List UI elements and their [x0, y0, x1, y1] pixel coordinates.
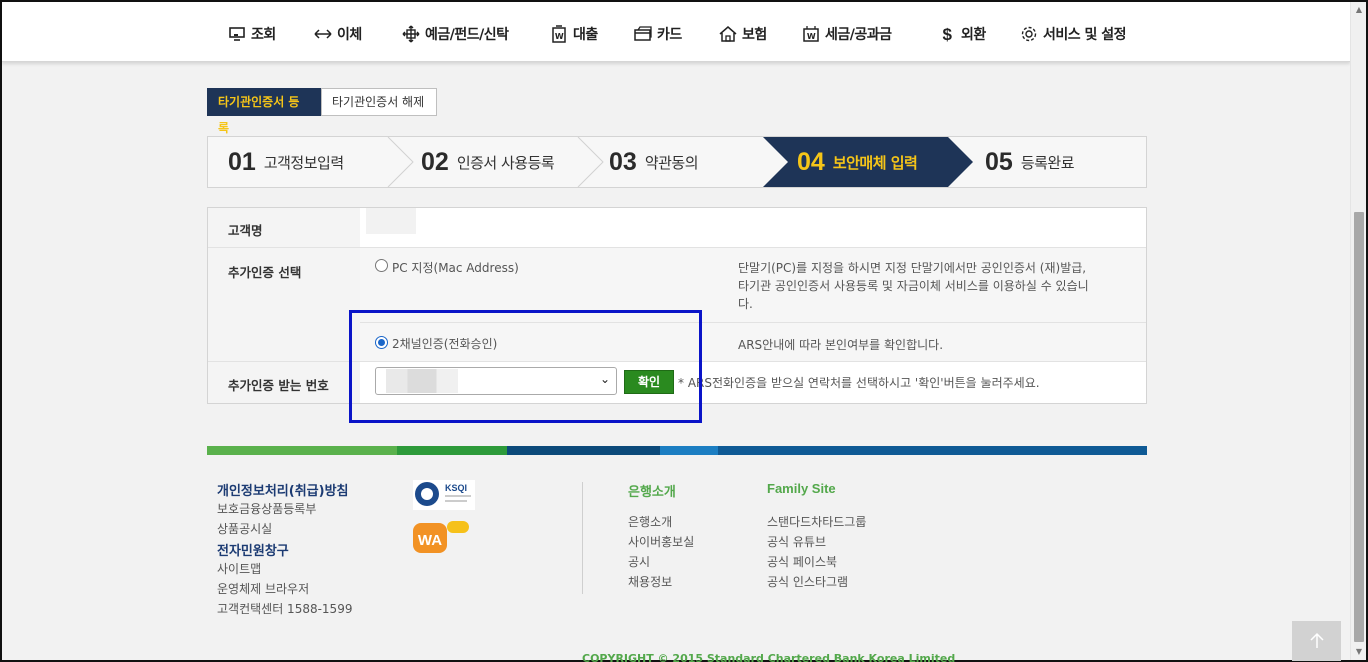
instagram-link[interactable]: 공식 인스타그램 — [767, 573, 848, 590]
pc-desc-3: 다. — [738, 297, 753, 311]
protected-products-link[interactable]: 보호금융상품등록부 — [217, 500, 316, 517]
nav-insurance[interactable]: 보험 — [719, 22, 767, 46]
label-customer-name: 고객명 — [228, 223, 263, 238]
step-label: 고객정보입력 — [263, 153, 344, 172]
svg-text:$: $ — [943, 25, 953, 43]
nav-label: 예금/펀드/신탁 — [425, 27, 509, 43]
step-number: 05 — [985, 147, 1013, 176]
highlight-box — [349, 310, 702, 423]
call-center: 고객컨택센터 1588-1599 — [217, 602, 353, 616]
th-auth-select: 추가인증 선택 — [208, 248, 360, 361]
pc-option-radio[interactable] — [375, 259, 388, 272]
two-channel-desc: ARS안내에 따라 본인여부를 확인합니다. — [738, 338, 944, 352]
sc-group-link[interactable]: 스탠다드차타드그룹 — [767, 513, 866, 530]
sitemap-link[interactable]: 사이트맵 — [217, 560, 261, 577]
nav-loan[interactable]: W 대출 — [550, 22, 598, 46]
pc-desc-1: 단말기(PC)를 지정을 하시면 지정 단말기에서만 공인인증서 (재)발급, — [738, 261, 1087, 275]
step-label: 약관동의 — [644, 153, 699, 172]
bank-intro-heading: 은행소개 — [628, 485, 676, 500]
svg-text:W: W — [555, 32, 564, 41]
step-number: 04 — [797, 147, 825, 176]
label-phone: 추가인증 받는 번호 — [228, 378, 329, 393]
cyber-pr-link[interactable]: 사이버홍보실 — [628, 533, 694, 550]
step-3: 03 약관동의 — [609, 137, 699, 187]
wa-badge: WA — [413, 521, 469, 553]
privacy-link[interactable]: 개인정보처리(취급)방침 — [217, 480, 348, 499]
move-icon — [402, 25, 420, 43]
nav-transfer[interactable]: 이체 — [314, 22, 362, 46]
monitor-icon — [229, 27, 245, 41]
complaints-link[interactable]: 전자민원창구 — [217, 540, 289, 559]
nav-settings[interactable]: 서비스 및 설정 — [1020, 22, 1127, 46]
copyright: COPYRIGHT © 2015 Standard Chartered Bank… — [582, 652, 956, 662]
svg-text:W: W — [807, 32, 816, 41]
step-label: 인증서 사용등록 — [456, 153, 555, 172]
footer-divider — [582, 482, 583, 594]
step-indicator: 01 고객정보입력 02 인증서 사용등록 03 약관동의 04 보안매체 입력… — [207, 136, 1147, 188]
nav-label: 대출 — [573, 27, 598, 43]
scroll-up-icon[interactable]: ▲ — [1351, 2, 1367, 18]
arrow-up-icon — [1309, 632, 1324, 648]
step-1: 01 고객정보입력 — [228, 137, 344, 187]
bank-intro-link[interactable]: 은행소개 — [628, 513, 672, 530]
footer-bar — [718, 446, 1147, 455]
step-5: 05 등록완료 — [985, 137, 1075, 187]
house-icon — [719, 26, 737, 42]
nav-inquiry[interactable]: 조회 — [228, 22, 276, 46]
family-site-heading: Family Site — [767, 481, 836, 496]
th-customer-name: 고객명 — [208, 208, 360, 247]
step-label: 보안매체 입력 — [832, 153, 918, 172]
pc-option-label: PC 지정(Mac Address) — [392, 261, 519, 275]
step-number: 03 — [609, 147, 637, 176]
phone-note: * ARS전화인증을 받으실 연락처를 선택하시고 '확인'버튼을 눌러주세요. — [678, 376, 1040, 390]
step-number: 01 — [228, 147, 256, 176]
nav-fx[interactable]: $ 외환 — [938, 22, 987, 46]
footer-bar — [207, 446, 397, 455]
nav-tax[interactable]: W 세금/공과금 — [802, 22, 892, 46]
gear-icon — [1021, 26, 1037, 42]
nav-label: 이체 — [337, 27, 362, 43]
step-label: 등록완료 — [1020, 153, 1075, 172]
os-browser-link[interactable]: 운영체제 브라우저 — [217, 580, 309, 597]
step-4-current: 04 보안매체 입력 — [797, 137, 918, 187]
pc-desc-2: 타기관 공인인증서 사용등록 및 자금이체 서비스를 이용하실 수 있습니 — [738, 279, 1089, 293]
footer-bar — [507, 446, 660, 455]
nav-label: 외환 — [961, 27, 986, 43]
scroll-top-button[interactable] — [1292, 621, 1341, 661]
scroll-thumb[interactable] — [1354, 212, 1364, 642]
nav-label: 조회 — [251, 27, 276, 43]
facebook-link[interactable]: 공식 페이스북 — [767, 553, 837, 570]
ksqi-logo: KSQI — [413, 480, 475, 510]
product-notice-link[interactable]: 상품공시실 — [217, 520, 272, 537]
nav-label: 세금/공과금 — [825, 27, 892, 43]
tab-release[interactable]: 타기관인증서 해제 — [321, 88, 437, 116]
top-nav: 조회 이체 예금/펀드/신탁 W 대출 카드 보험 W 세금/공과금 $ 외환 … — [2, 2, 1350, 62]
wa-text: WA — [418, 532, 442, 549]
arrows-icon — [314, 29, 332, 39]
card-icon — [634, 26, 652, 41]
scrollbar[interactable]: ▲ ▼ — [1350, 2, 1366, 660]
tab-register[interactable]: 타기관인증서 등록 — [207, 88, 321, 135]
nav-deposit[interactable]: 예금/펀드/신탁 — [402, 22, 509, 46]
customer-name-value — [366, 208, 416, 234]
nav-label: 카드 — [657, 27, 682, 43]
label-auth-select: 추가인증 선택 — [228, 265, 302, 280]
dollar-icon: $ — [943, 25, 954, 43]
nav-label: 보험 — [742, 27, 767, 43]
youtube-link[interactable]: 공식 유튜브 — [767, 533, 826, 550]
footer-bar — [660, 446, 718, 455]
nav-label: 서비스 및 설정 — [1043, 27, 1127, 43]
ksqi-text: KSQI — [445, 483, 467, 493]
recruit-link[interactable]: 채용정보 — [628, 573, 672, 590]
footer-bar — [397, 446, 507, 455]
won-doc-icon: W — [552, 25, 566, 43]
nav-card[interactable]: 카드 — [634, 22, 682, 46]
notice-link[interactable]: 공시 — [628, 553, 650, 570]
step-number: 02 — [421, 147, 449, 176]
th-phone: 추가인증 받는 번호 — [208, 362, 360, 403]
tax-icon: W — [803, 26, 819, 42]
step-2: 02 인증서 사용등록 — [421, 137, 555, 187]
scroll-down-icon[interactable]: ▼ — [1351, 644, 1367, 660]
